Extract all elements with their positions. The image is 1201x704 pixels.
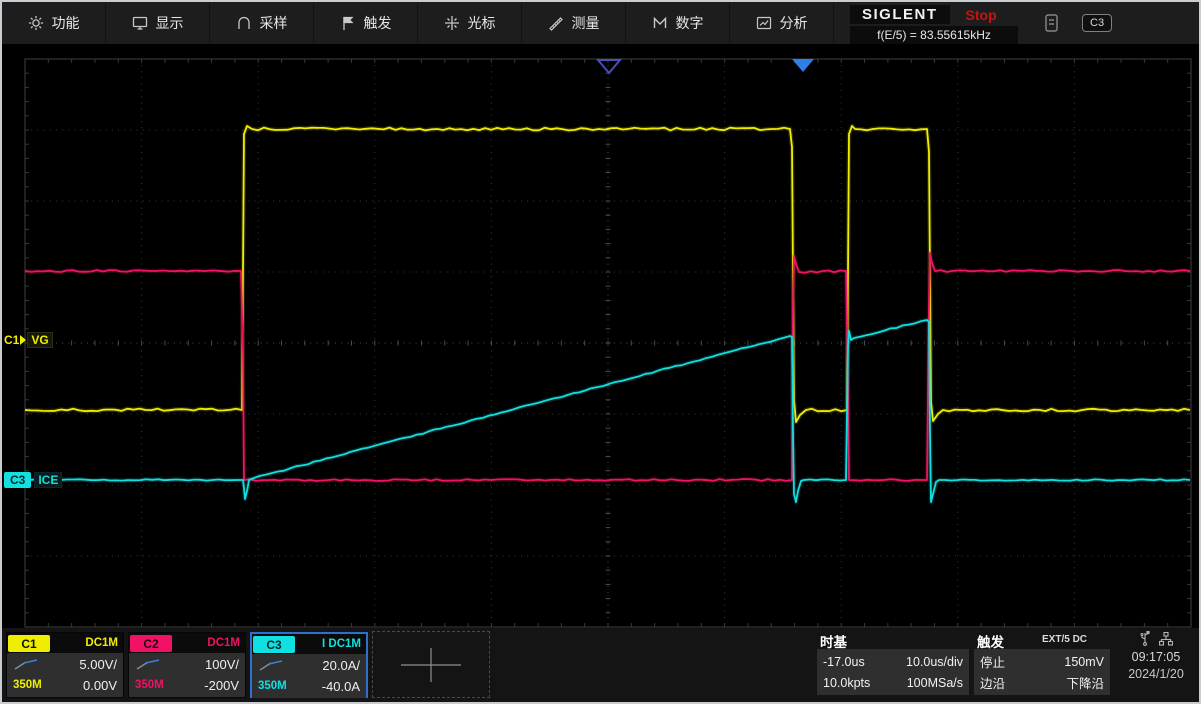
menu-item-label: 显示	[156, 13, 184, 33]
menu-item-label: 数字	[676, 13, 704, 33]
plus-icon	[399, 646, 463, 684]
menu-item-display[interactable]: 显示	[106, 2, 210, 44]
trace-C2	[25, 253, 1190, 481]
lan-icon	[1159, 632, 1173, 646]
add-channel-dropzone[interactable]	[372, 631, 490, 698]
cursor-icon	[444, 15, 460, 31]
c3-zero-marker[interactable]: C3 ICE	[4, 472, 62, 488]
slope-icon	[135, 658, 161, 671]
frequency-counter: f(E/5) = 83.55615kHz	[850, 26, 1018, 44]
c2-offset: -200V	[204, 678, 239, 693]
device-badge: C3	[1082, 14, 1112, 32]
brand-logo: SIGLENT	[850, 5, 950, 24]
trigger-position-marker[interactable]	[792, 59, 814, 72]
slope-icon	[258, 659, 284, 672]
display-icon	[132, 15, 148, 31]
trigger-level: 150mV	[1064, 655, 1104, 669]
c1-coupling: DC1M	[85, 637, 123, 649]
digital-icon	[652, 15, 668, 31]
analysis-icon	[756, 15, 772, 31]
menu-item-label: 测量	[572, 13, 600, 33]
trigger-flag-icon	[340, 15, 356, 31]
c3-coupling: I DC1M	[322, 638, 366, 650]
timebase-panel[interactable]: -17.0us 10.0us/div 10.0kpts 100MSa/s	[817, 649, 969, 695]
clock-block: 09:17:05 2024/1/20	[1114, 630, 1198, 681]
channel-box-c3[interactable]: C3 I DC1M 20.0A/ 350M -40.0A	[250, 632, 368, 698]
slope-icon	[13, 658, 39, 671]
menu-item-cursor[interactable]: 光标	[418, 2, 522, 44]
trace-glow-C2	[25, 253, 1190, 481]
menu-item-analysis[interactable]: 分析	[730, 2, 834, 44]
c3-marker-badge: C3	[4, 472, 31, 488]
oscilloscope-screen: 功能 显示 采样 触发 光标 测量 数字 分析	[0, 0, 1201, 704]
channel-box-c1[interactable]: C1 DC1M 5.00V/ 350M 0.00V	[6, 632, 124, 698]
c2-tab[interactable]: C2	[130, 635, 172, 652]
time-reference-marker[interactable]	[598, 60, 620, 73]
menu-item-trigger[interactable]: 触发	[314, 2, 418, 44]
c3-scale: 20.0A/	[322, 658, 360, 673]
gear-icon	[28, 15, 44, 31]
battery-icon	[1045, 13, 1058, 32]
c1-offset: 0.00V	[83, 678, 117, 693]
usb-icon	[1139, 631, 1151, 646]
c2-scale: 100V/	[205, 657, 239, 672]
c3-custom-label: ICE	[34, 472, 62, 488]
timebase-memory: 10.0kpts	[823, 676, 870, 690]
c1-zero-marker[interactable]: C1 VG	[4, 332, 53, 348]
c1-custom-label: VG	[27, 332, 52, 348]
c1-scale: 5.00V/	[79, 657, 117, 672]
trace-glow-C1	[25, 126, 1190, 422]
c1-marker-arrow-icon	[20, 335, 26, 345]
timebase-scale: 10.0us/div	[906, 655, 963, 669]
c2-coupling: DC1M	[207, 637, 245, 649]
waveform-display	[2, 2, 1199, 702]
menu-item-label: 采样	[260, 13, 288, 33]
measure-icon	[548, 15, 564, 31]
clock-date: 2024/1/20	[1114, 667, 1198, 681]
menu-item-utility[interactable]: 功能	[2, 2, 106, 44]
trigger-title: 触发	[977, 631, 1004, 651]
acquire-icon	[236, 15, 252, 31]
trace-C1	[25, 126, 1190, 422]
channel-box-c2[interactable]: C2 DC1M 100V/ 350M -200V	[128, 632, 246, 698]
clock-time: 09:17:05	[1114, 650, 1198, 664]
menu-item-label: 分析	[780, 13, 808, 33]
c1-bandwidth: 350M	[13, 679, 42, 691]
menu-item-label: 光标	[468, 13, 496, 33]
timebase-title: 时基	[820, 631, 847, 651]
c3-bandwidth: 350M	[258, 680, 287, 692]
trigger-slope: 下降沿	[1066, 673, 1104, 692]
timebase-delay: -17.0us	[823, 655, 865, 669]
brand-block: SIGLENT Stop f(E/5) = 83.55615kHz	[850, 5, 1022, 44]
trigger-state: 停止	[980, 652, 1005, 671]
c2-bandwidth: 350M	[135, 679, 164, 691]
c1-marker-text: C1	[4, 333, 19, 347]
c3-tab[interactable]: C3	[253, 636, 295, 653]
status-bar: C1 DC1M 5.00V/ 350M 0.00V C2 DC1M	[2, 628, 1199, 702]
timebase-samplerate: 100MSa/s	[907, 676, 963, 690]
trigger-panel[interactable]: 停止 150mV 边沿 下降沿	[974, 649, 1110, 695]
menu-item-digital[interactable]: 数字	[626, 2, 730, 44]
menu-item-measure[interactable]: 测量	[522, 2, 626, 44]
trigger-type: 边沿	[980, 673, 1005, 692]
run-state-badge[interactable]: Stop	[966, 7, 997, 23]
menu-item-label: 触发	[364, 13, 392, 33]
c3-offset: -40.0A	[322, 679, 360, 694]
menu-item-label: 功能	[52, 13, 80, 33]
c1-tab[interactable]: C1	[8, 635, 50, 652]
trigger-source: EXT/5 DC	[1042, 634, 1087, 645]
menu-item-acquire[interactable]: 采样	[210, 2, 314, 44]
